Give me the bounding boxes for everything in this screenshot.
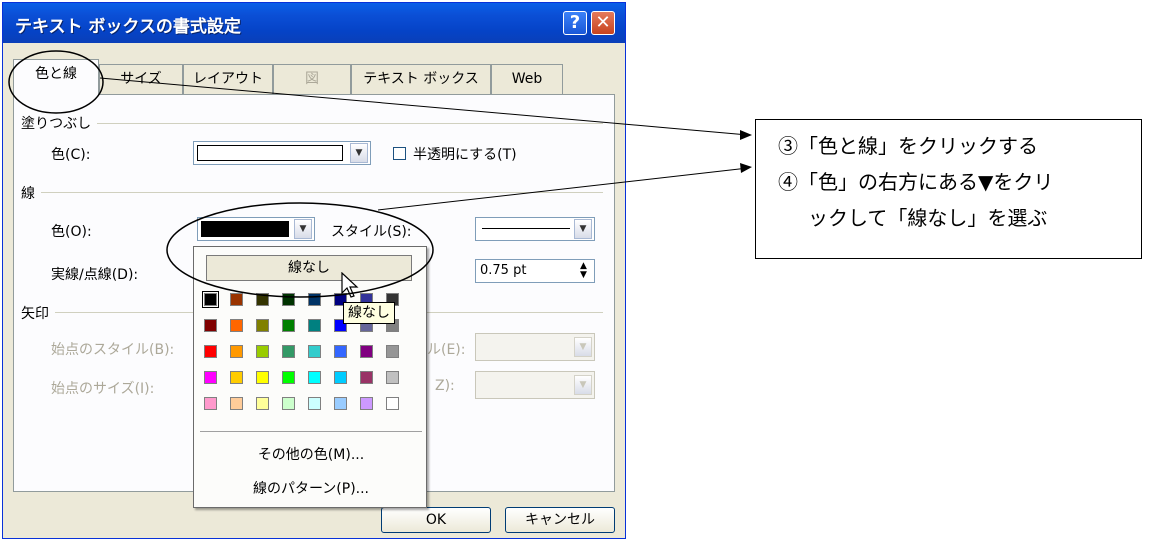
cancel-button[interactable]: キャンセル (505, 507, 615, 533)
end-style-dropdown[interactable]: ▼ (475, 333, 595, 361)
color-swatch[interactable] (308, 319, 321, 332)
color-swatch[interactable] (230, 397, 243, 410)
color-swatch[interactable] (230, 345, 243, 358)
spinner-arrows-icon[interactable]: ▲ ▼ (580, 262, 587, 280)
tab-text-box[interactable]: テキスト ボックス (351, 64, 491, 94)
color-swatch[interactable] (386, 371, 399, 384)
ok-button[interactable]: OK (381, 507, 491, 533)
color-swatch[interactable] (230, 293, 243, 306)
color-swatch[interactable] (282, 371, 295, 384)
title-bar[interactable]: テキスト ボックスの書式設定 ? ✕ (3, 3, 625, 43)
end-style-label: ル(E): (427, 342, 466, 358)
instruction-step3: ③「色と線」をクリックする (778, 134, 1038, 158)
help-button[interactable]: ? (563, 11, 587, 35)
line-color-popup: 線なし その他の色(M)... 線のパターン(P)... (193, 246, 427, 508)
color-swatch[interactable] (282, 345, 295, 358)
color-swatch[interactable] (334, 397, 347, 410)
fill-group-divider (33, 123, 603, 124)
color-swatch[interactable] (386, 345, 399, 358)
color-swatch[interactable] (360, 371, 373, 384)
color-swatch[interactable] (282, 397, 295, 410)
color-swatch[interactable] (204, 371, 217, 384)
color-swatch[interactable] (230, 371, 243, 384)
color-swatch[interactable] (256, 371, 269, 384)
color-swatch[interactable] (386, 397, 399, 410)
color-swatch[interactable] (334, 371, 347, 384)
mouse-cursor-icon (341, 272, 359, 298)
tooltip: 線なし (343, 302, 395, 324)
line-color-dropdown[interactable]: ▼ (197, 217, 315, 241)
begin-style-label: 始点のスタイル(B): (51, 342, 175, 358)
end-size-label: Z): (435, 378, 455, 394)
dialog-title: テキスト ボックスの書式設定 (15, 17, 241, 37)
semi-transparent-label: 半透明にする(T) (413, 147, 517, 163)
no-line-button[interactable]: 線なし (206, 255, 412, 281)
color-swatch[interactable] (282, 319, 295, 332)
instruction-box: ③「色と線」をクリックする ④「色」の右方にある▼をクリ ックして「線なし」を選… (755, 119, 1142, 259)
line-weight-spinner[interactable]: 0.75 pt ▲ ▼ (475, 259, 595, 283)
tab-layout[interactable]: レイアウト (183, 64, 273, 94)
begin-size-label: 始点のサイズ(I): (51, 381, 155, 397)
color-swatch[interactable] (334, 345, 347, 358)
line-weight-value: 0.75 pt (480, 263, 527, 278)
color-swatch[interactable] (204, 397, 217, 410)
chevron-down-icon[interactable]: ▼ (574, 375, 592, 395)
instruction-step4-line1: ④「色」の右方にある▼をクリ (778, 170, 1054, 194)
color-swatch[interactable] (256, 293, 269, 306)
tab-size[interactable]: サイズ (99, 64, 183, 94)
tab-web[interactable]: Web (491, 64, 563, 94)
dash-label: 実線/点線(D): (51, 267, 139, 283)
line-group-label: 線 (21, 183, 41, 203)
color-swatch[interactable] (204, 345, 217, 358)
tab-color-and-lines[interactable]: 色と線 (13, 59, 99, 96)
more-colors-item[interactable]: その他の色(M)... (194, 444, 428, 464)
instruction-step4-line2: ックして「線なし」を選ぶ (808, 206, 1048, 230)
color-swatch[interactable] (256, 345, 269, 358)
color-swatch[interactable] (308, 293, 321, 306)
arrowhead-icon (740, 163, 752, 173)
color-swatch[interactable] (360, 345, 373, 358)
color-swatch[interactable] (204, 319, 217, 332)
chevron-down-icon[interactable]: ▼ (294, 219, 312, 239)
line-group-divider (33, 192, 603, 193)
end-size-dropdown[interactable]: ▼ (475, 371, 595, 399)
chevron-down-icon[interactable]: ▼ (574, 219, 592, 239)
color-swatch[interactable] (308, 397, 321, 410)
line-color-label: 色(O): (51, 224, 92, 240)
fill-color-label: 色(C): (51, 147, 91, 163)
color-swatch[interactable] (256, 397, 269, 410)
line-color-swatch (201, 221, 289, 237)
chevron-down-icon[interactable]: ▼ (350, 143, 368, 163)
color-swatch[interactable] (256, 319, 269, 332)
fill-color-swatch (197, 145, 343, 161)
fill-group-label: 塗りつぶし (21, 113, 98, 133)
chevron-down-icon[interactable]: ▼ (574, 337, 592, 357)
arrowhead-icon (740, 130, 752, 140)
color-swatch[interactable] (308, 371, 321, 384)
line-patterns-item[interactable]: 線のパターン(P)... (194, 478, 428, 498)
line-style-label: スタイル(S): (331, 224, 412, 240)
fill-color-dropdown[interactable]: ▼ (193, 141, 371, 165)
color-swatch[interactable] (282, 293, 295, 306)
popup-divider (200, 431, 422, 432)
close-button[interactable]: ✕ (591, 11, 615, 35)
line-style-dropdown[interactable]: ▼ (475, 217, 595, 241)
color-swatch[interactable] (360, 397, 373, 410)
semi-transparent-checkbox[interactable] (393, 147, 406, 160)
color-swatch[interactable] (308, 345, 321, 358)
color-swatch[interactable] (202, 291, 219, 308)
tab-picture[interactable]: 図 (273, 64, 351, 94)
color-swatch[interactable] (230, 319, 243, 332)
line-style-preview (482, 228, 570, 229)
arrows-group-label: 矢印 (21, 303, 55, 323)
